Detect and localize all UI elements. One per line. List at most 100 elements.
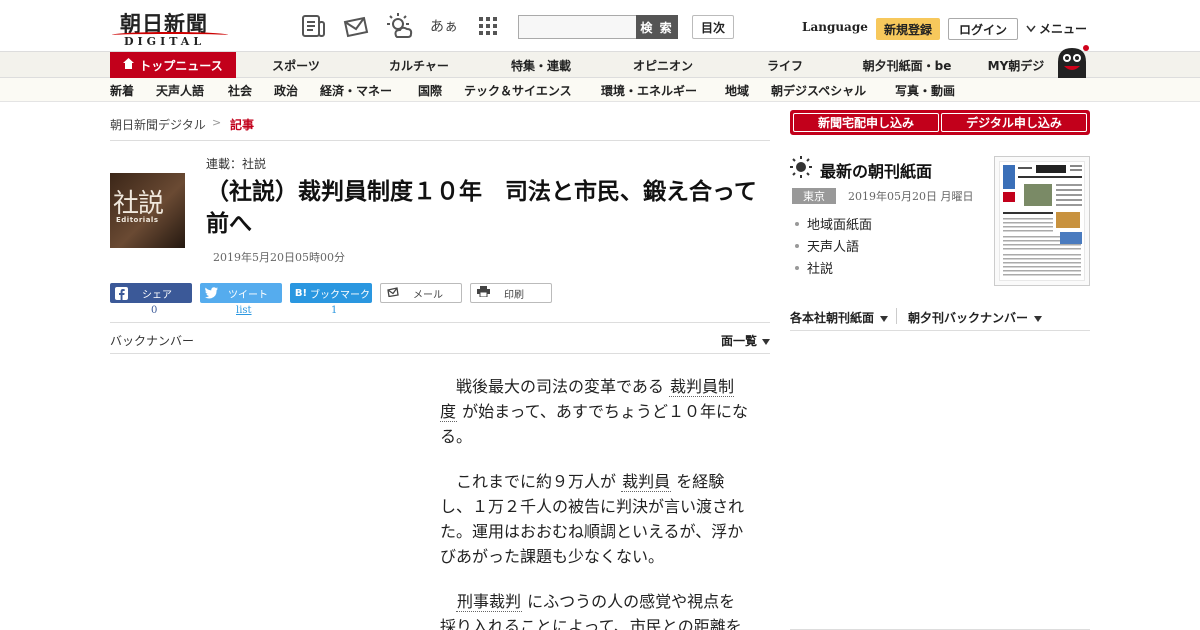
nav-sub-region[interactable]: 地域 [725, 78, 749, 102]
page-list-label: 面一覧 [721, 334, 758, 348]
main-nav: トップニュース スポーツ カルチャー 特集・連載 オピニオン ライフ 朝夕刊紙面… [0, 52, 1200, 78]
site-header: 朝日新聞 DIGITAL あぁ 検 索 目次 Language 新規登録 ログイ… [0, 0, 1200, 52]
thumbnail-title: 社説 [113, 189, 164, 219]
menu-button[interactable]: メニュー [1026, 20, 1087, 37]
facebook-share-label: シェア [142, 289, 172, 301]
nav-sub-environment[interactable]: 環境・エネルギー [601, 78, 697, 102]
nav-top-news[interactable]: トップニュース [110, 52, 236, 78]
article-paragraph: 戦後最大の司法の変革である 裁判員制度 が始まって、あすでちょうど１０年になる。 [440, 374, 750, 449]
nav-sub-politics[interactable]: 政治 [274, 78, 298, 102]
series-link[interactable]: 連載：社説 [206, 155, 266, 172]
triangle-down-icon [880, 311, 889, 325]
region-badge: 東京 [792, 188, 836, 204]
subscribe-group: 新聞宅配申し込み デジタル申し込み [790, 110, 1090, 135]
divider [896, 308, 897, 324]
logo-subtitle: DIGITAL [124, 35, 206, 48]
edition-link-label: 天声人語 [807, 240, 860, 255]
paragraph-text: 戦後最大の司法の変革である [456, 377, 664, 396]
facebook-share-count: 0 [151, 305, 158, 316]
grid-icon[interactable] [474, 12, 502, 40]
nav-my-asadigi[interactable]: MY朝デジ [980, 52, 1052, 78]
keyword-link[interactable]: 刑事裁判 [456, 592, 523, 612]
breadcrumb-separator: > [212, 116, 222, 129]
breadcrumb-home[interactable]: 朝日新聞デジタル [110, 116, 206, 133]
edition-link-tenseijingo[interactable]: 天声人語 [795, 236, 859, 255]
triangle-down-icon [762, 334, 771, 348]
register-button[interactable]: 新規登録 [876, 18, 940, 40]
divider [110, 353, 770, 354]
front-page-thumbnail[interactable] [994, 156, 1090, 286]
facebook-share-button[interactable]: シェア [110, 283, 192, 303]
twitter-share-label: ツイート [228, 289, 268, 301]
hatena-bookmark-count: 1 [331, 305, 338, 316]
nav-sub-photo[interactable]: 写真・動画 [895, 78, 955, 102]
twitter-list-link[interactable]: list [236, 305, 252, 316]
article-body: 戦後最大の司法の変革である 裁判員制度 が始まって、あすでちょうど１０年になる。… [440, 374, 750, 630]
search-input[interactable] [518, 15, 638, 39]
chevron-down-icon [1026, 22, 1036, 36]
mail-share-button[interactable]: メール [380, 283, 462, 303]
nav-culture[interactable]: カルチャー [370, 52, 468, 78]
weather-icon[interactable] [386, 12, 414, 40]
hatena-bookmark-button[interactable]: B! ブックマーク [290, 283, 372, 303]
article-headline: （社説）裁判員制度１０年 司法と市民、鍛え合って前へ [206, 179, 757, 237]
hatena-bookmark-label: ブックマーク [310, 289, 370, 301]
nav-sub-new[interactable]: 新着 [110, 78, 134, 102]
print-button[interactable]: 印刷 [470, 283, 552, 303]
article-paragraph: これまでに約９万人が 裁判員 を経験し、１万２千人の被告に判決が言い渡された。運… [440, 469, 750, 569]
sun-icon [790, 156, 812, 178]
nav-paper-be[interactable]: 朝夕刊紙面・be [848, 52, 966, 78]
editorial-thumbnail: 社説 Editorials [110, 173, 185, 248]
newspaper-icon[interactable] [300, 12, 328, 40]
font-size-text: あぁ [430, 19, 458, 35]
bullet [795, 221, 799, 226]
page-list-dropdown[interactable]: 面一覧 [721, 332, 771, 349]
backnumber-label: バックナンバー [110, 334, 195, 348]
edition-link-label: 社説 [807, 262, 834, 277]
language-link[interactable]: Language [802, 20, 868, 34]
nav-sub-tenseijingo[interactable]: 天声人語 [156, 78, 204, 102]
search-button[interactable]: 検 索 [636, 15, 678, 39]
edition-link-chiiki[interactable]: 地域面紙面 [795, 214, 872, 233]
latest-edition-title[interactable]: 最新の朝刊紙面 [820, 158, 932, 182]
menu-label: メニュー [1039, 22, 1088, 36]
nav-opinion[interactable]: オピニオン [614, 52, 712, 78]
backnumber-dropdown[interactable]: 朝夕刊バックナンバー [908, 309, 1043, 326]
nav-sub-international[interactable]: 国際 [418, 78, 442, 102]
twitter-share-button[interactable]: ツイート [200, 283, 282, 303]
breadcrumb-current: 記事 [230, 118, 255, 132]
font-size-icon[interactable]: あぁ [430, 12, 458, 40]
divider [110, 140, 770, 141]
print-label: 印刷 [504, 289, 524, 301]
nav-sports[interactable]: スポーツ [248, 52, 344, 78]
bullet [795, 243, 799, 248]
home-icon [123, 58, 135, 72]
twitter-icon [204, 286, 218, 300]
edition-link-label: 地域面紙面 [807, 218, 873, 233]
nav-life[interactable]: ライフ [736, 52, 834, 78]
front-page-image [999, 161, 1085, 281]
nav-sub-special[interactable]: 朝デジスペシャル [771, 78, 866, 102]
nav-sub-tech[interactable]: テック＆サイエンス [464, 78, 572, 102]
nav-sub-society[interactable]: 社会 [228, 78, 252, 102]
nav-features[interactable]: 特集・連載 [492, 52, 590, 78]
asahi-logo[interactable]: 朝日新聞 DIGITAL [110, 8, 230, 48]
sub-nav: 新着 天声人語 社会 政治 経済・マネー 国際 テック＆サイエンス 環境・エネル… [0, 78, 1200, 102]
login-button[interactable]: ログイン [948, 18, 1018, 40]
edition-date: 2019年05月20日 月曜日 [848, 190, 974, 203]
triangle-down-icon [1034, 311, 1043, 325]
subscribe-digital-button[interactable]: デジタル申し込み [941, 113, 1087, 132]
mail-icon[interactable] [342, 12, 370, 40]
edition-link-shasetsu[interactable]: 社説 [795, 258, 833, 277]
subscribe-paper-button[interactable]: 新聞宅配申し込み [793, 113, 939, 132]
article-date: 2019年5月20日05時00分 [213, 251, 345, 264]
regional-edition-label: 各本社朝刊紙面 [790, 311, 875, 325]
backnumber-dropdown-label: 朝夕刊バックナンバー [908, 311, 1029, 325]
divider [110, 322, 770, 323]
nav-sub-economy[interactable]: 経済・マネー [320, 78, 392, 102]
toc-button[interactable]: 目次 [692, 15, 734, 39]
mascot-icon[interactable] [1052, 44, 1092, 78]
regional-edition-dropdown[interactable]: 各本社朝刊紙面 [790, 309, 889, 326]
keyword-link[interactable]: 裁判員 [621, 472, 672, 492]
nav-top-news-label: トップニュース [139, 58, 223, 73]
